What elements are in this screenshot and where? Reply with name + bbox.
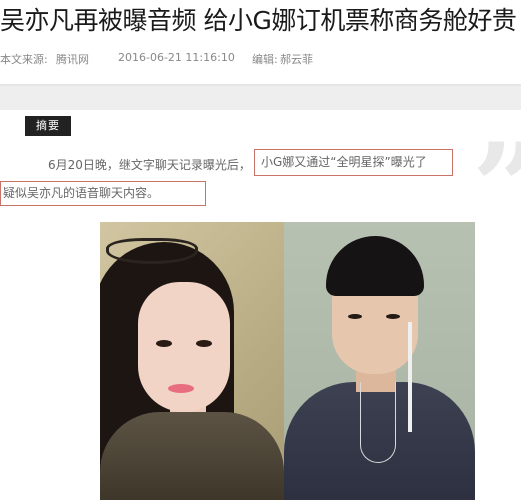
article-headline: 吴亦凡再被曝音频 给小G娜订机票称商务舱好贵 bbox=[0, 6, 517, 35]
photo-man bbox=[284, 222, 475, 500]
photo-woman bbox=[100, 222, 284, 500]
woman-eye-right bbox=[196, 340, 212, 347]
man-eye-left bbox=[348, 314, 362, 319]
woman-lips bbox=[168, 384, 194, 393]
summary-text-start: 6月20日晚，继文字聊天记录曝光后， bbox=[48, 158, 251, 172]
source-link[interactable]: 腾讯网 bbox=[56, 51, 89, 67]
source-label: 本文来源: bbox=[0, 53, 48, 66]
editor-name: 郝云菲 bbox=[280, 53, 313, 66]
highlighted-text-1: 小G娜又通过“全明星探”曝光了 bbox=[254, 149, 453, 176]
sunglasses-icon bbox=[106, 238, 198, 264]
article-meta: 本文来源: 腾讯网 2016-06-21 11:16:10 编辑: 郝云菲 bbox=[0, 51, 521, 69]
earbud-cable bbox=[408, 322, 412, 432]
summary-badge: 摘要 bbox=[25, 116, 71, 136]
gray-band bbox=[0, 86, 521, 110]
editor-label: 编辑: bbox=[252, 53, 278, 66]
necklace bbox=[360, 382, 396, 463]
man-eye-right bbox=[386, 314, 400, 319]
woman-eye-left bbox=[156, 340, 172, 347]
publish-date: 2016-06-21 11:16:10 bbox=[118, 51, 235, 64]
article-photo bbox=[100, 222, 475, 500]
quote-mark-icon: ” bbox=[472, 128, 521, 248]
man-hair bbox=[326, 236, 424, 296]
woman-jacket bbox=[100, 412, 284, 500]
highlighted-text-2: 疑似吴亦凡的语音聊天内容。 bbox=[0, 181, 206, 206]
